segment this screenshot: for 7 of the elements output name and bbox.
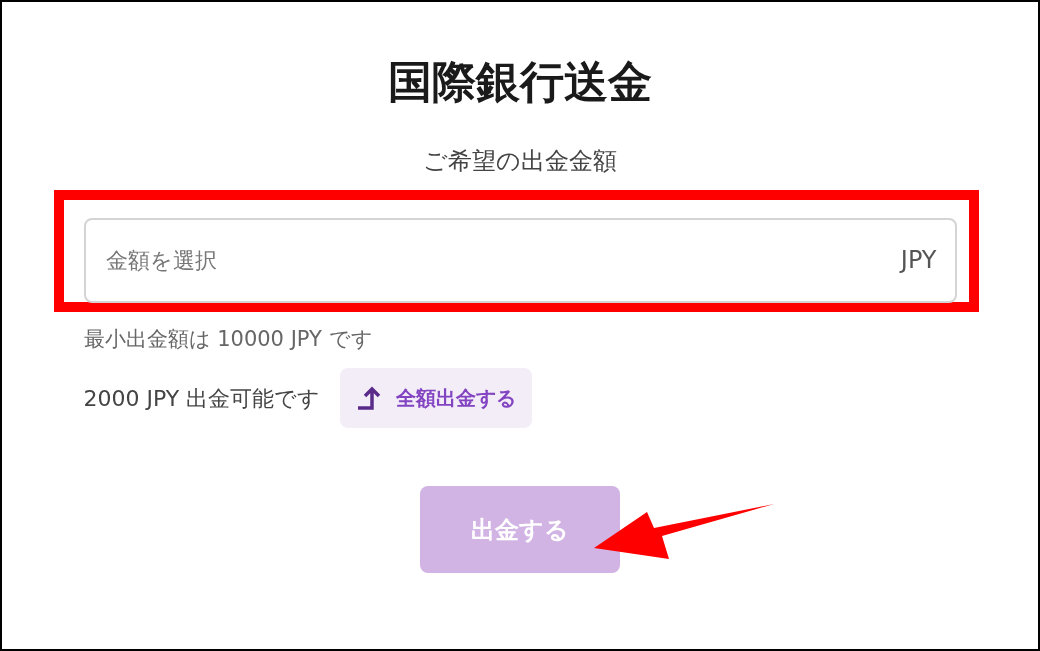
available-amount-note: 2000 JPY 出金可能です xyxy=(83,384,321,413)
page-title: 国際銀行送金 xyxy=(388,55,652,109)
minimum-amount-note: 最小出金額は 10000 JPY です xyxy=(83,326,373,353)
withdraw-all-button[interactable]: 全額出金する xyxy=(340,368,533,428)
currency-label: JPY xyxy=(900,245,937,276)
turn-up-arrow-icon xyxy=(356,385,383,411)
amount-label: ご希望の出金金額 xyxy=(423,146,617,177)
